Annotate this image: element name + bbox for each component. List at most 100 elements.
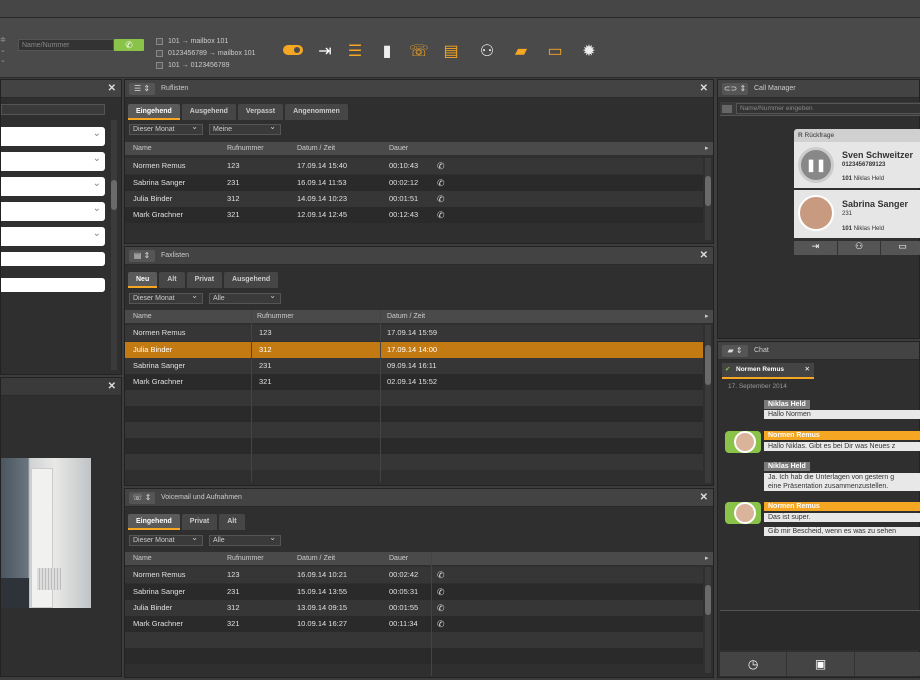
tab-angenommen[interactable]: Angenommen [285, 104, 348, 120]
tab-alt[interactable]: Alt [219, 514, 245, 530]
call-back-icon[interactable]: ✆ [437, 567, 445, 583]
form-field-3[interactable] [1, 177, 105, 196]
call-back-icon[interactable]: ✆ [437, 616, 445, 632]
column-name[interactable]: Name [133, 552, 152, 565]
table-row[interactable]: Sabrina Sanger 231 09.09.14 16:11 [125, 358, 703, 374]
chevron-right-icon[interactable]: ▸ [705, 310, 709, 323]
tab-privat[interactable]: Privat [186, 272, 223, 288]
call-back-icon[interactable]: ✆ [437, 207, 445, 223]
dial-icon[interactable] [722, 105, 732, 113]
chat-icon[interactable]: ▰ ⇕ [722, 345, 748, 357]
checkbox[interactable] [156, 38, 163, 45]
call-button[interactable]: ✆ [114, 39, 144, 51]
owner-select[interactable]: Alle [209, 291, 281, 304]
call-search-input[interactable]: Name/Nummer eingeben [736, 103, 920, 114]
queue-icon[interactable]: ▤ [440, 42, 462, 64]
table-row[interactable]: Julia Binder 312 13.09.14 09:15 00:01:55 ✆ [125, 600, 703, 616]
conference-icon[interactable]: ⚇ [838, 241, 882, 255]
period-select[interactable]: Dieser Monat [129, 533, 203, 546]
column-datetime[interactable]: Datum / Zeit [297, 142, 335, 155]
gear-icon[interactable]: ✹ [578, 42, 600, 64]
table-row[interactable]: Sabrina Sanger 231 15.09.14 13:55 00:05:31 ✆ [125, 584, 703, 600]
table-row[interactable]: Mark Grachner 321 10.09.14 16:27 00:11:34 ✆ [125, 616, 703, 632]
table-row[interactable]: Normen Remus 123 16.09.14 10:21 00:02:42 ✆ [125, 567, 703, 583]
column-duration[interactable]: Dauer [389, 142, 408, 155]
form-field-5[interactable] [1, 227, 105, 246]
tab-ausgehend[interactable]: Ausgehend [181, 104, 236, 120]
contacts-icon[interactable]: ▮ [376, 42, 398, 64]
table-row[interactable]: Mark Grachner 321 02.09.14 15:52 [125, 374, 703, 390]
close-icon[interactable]: ✕ [700, 489, 708, 507]
table-row[interactable]: Normen Remus 123 17.09.14 15:40 00:10:43 ✆ [125, 158, 703, 174]
checkbox[interactable] [156, 62, 163, 69]
period-select[interactable]: Dieser Monat [129, 291, 203, 304]
tab-ausgehend[interactable]: Ausgehend [224, 272, 279, 288]
scrollbar[interactable] [705, 158, 711, 240]
close-icon[interactable]: ✕ [108, 378, 116, 396]
owner-select[interactable]: Meine [209, 122, 281, 135]
column-datetime[interactable]: Datum / Zeit [297, 552, 335, 565]
close-icon[interactable]: ✕ [108, 80, 116, 98]
close-icon[interactable]: ✕ [700, 80, 708, 98]
column-name[interactable]: Name [133, 142, 152, 155]
table-row[interactable]: Normen Remus 123 17.09.14 15:59 [125, 325, 703, 341]
chat-input[interactable] [720, 610, 920, 650]
form-field-4[interactable] [1, 202, 105, 221]
search-input[interactable]: Name/Nummer [18, 39, 114, 51]
chat-icon[interactable]: ▰ [510, 42, 532, 64]
call-back-icon[interactable]: ✆ [437, 175, 445, 191]
tab-verpasst[interactable]: Verpasst [237, 104, 284, 120]
table-row[interactable]: Sabrina Sanger 231 16.09.14 11:53 00:02:12 ✆ [125, 175, 703, 191]
form-field-2[interactable] [1, 152, 105, 171]
notes-icon[interactable]: ▭ [544, 42, 566, 64]
group-icon[interactable]: ⚇ [476, 42, 498, 64]
chevron-right-icon[interactable]: ▸ [705, 142, 709, 155]
scrollbar[interactable] [705, 325, 711, 483]
close-icon[interactable]: ✕ [700, 247, 708, 265]
checkbox[interactable] [156, 50, 163, 57]
call-back-icon[interactable]: ✆ [437, 600, 445, 616]
call-card-held[interactable]: ❚❚ Sven Schweitzer 0123456789123 101 Nik… [794, 142, 920, 188]
call-back-icon[interactable]: ✆ [437, 158, 445, 174]
tab-privat[interactable]: Privat [181, 514, 218, 530]
form-search-input[interactable] [1, 104, 105, 115]
owner-select[interactable]: Alle [209, 533, 281, 546]
close-icon[interactable]: ✕ [805, 363, 810, 377]
toggle-icon[interactable]: ⊂⊃ ⇕ [722, 83, 748, 95]
call-back-icon[interactable]: ✆ [437, 584, 445, 600]
table-row[interactable]: Mark Grachner 321 12.09.14 12:45 00:12:43 ✆ [125, 207, 703, 223]
hangup-icon[interactable]: ☏ [408, 42, 430, 64]
chat-tab[interactable]: ✔ Normen Remus ✕ [722, 363, 814, 379]
chevron-right-icon[interactable]: ▸ [705, 552, 709, 565]
toggle-icon[interactable] [282, 42, 304, 64]
tab-neu[interactable]: Neu [128, 272, 158, 288]
form-field-6[interactable] [1, 252, 105, 266]
scrollbar[interactable] [705, 567, 711, 673]
period-select[interactable]: Dieser Monat [129, 122, 203, 135]
clock-icon[interactable]: ◷ [720, 652, 788, 676]
column-duration[interactable]: Dauer [389, 552, 408, 565]
tab-eingehend[interactable]: Eingehend [128, 514, 180, 530]
voicemail-icon[interactable]: ☏ ⇕ [129, 492, 155, 504]
pause-icon[interactable]: ❚❚ [798, 147, 834, 183]
screen-share-icon[interactable]: ▣ [787, 652, 855, 676]
call-card-active[interactable]: Sabrina Sanger 231 101 Niklas Held [794, 190, 920, 238]
list-icon[interactable]: ☰ ⇕ [129, 83, 155, 95]
list-icon[interactable]: ☰ [344, 42, 366, 64]
table-row[interactable]: Julia Binder 312 14.09.14 10:23 00:01:51 ✆ [125, 191, 703, 207]
call-back-icon[interactable]: ✆ [437, 191, 445, 207]
column-number[interactable]: Rufnummer [227, 142, 264, 155]
scrollbar[interactable] [111, 120, 117, 370]
tab-eingehend[interactable]: Eingehend [128, 104, 180, 120]
column-name[interactable]: Name [133, 310, 152, 323]
form-field-1[interactable] [1, 127, 105, 146]
column-datetime[interactable]: Datum / Zeit [387, 310, 425, 323]
column-number[interactable]: Rufnummer [257, 310, 294, 323]
fax-icon[interactable]: ▤ ⇕ [129, 250, 155, 262]
forward-option-1[interactable]: 101 → mailbox 101 [156, 38, 228, 45]
column-number[interactable]: Rufnummer [227, 552, 264, 565]
forward-option-2[interactable]: 0123456789 → mailbox 101 [156, 50, 256, 57]
notes-icon[interactable]: ▭ [881, 241, 920, 255]
forward-option-3[interactable]: 101 → 0123456789 [156, 62, 230, 69]
forward-icon[interactable]: ⇥ [314, 42, 336, 64]
